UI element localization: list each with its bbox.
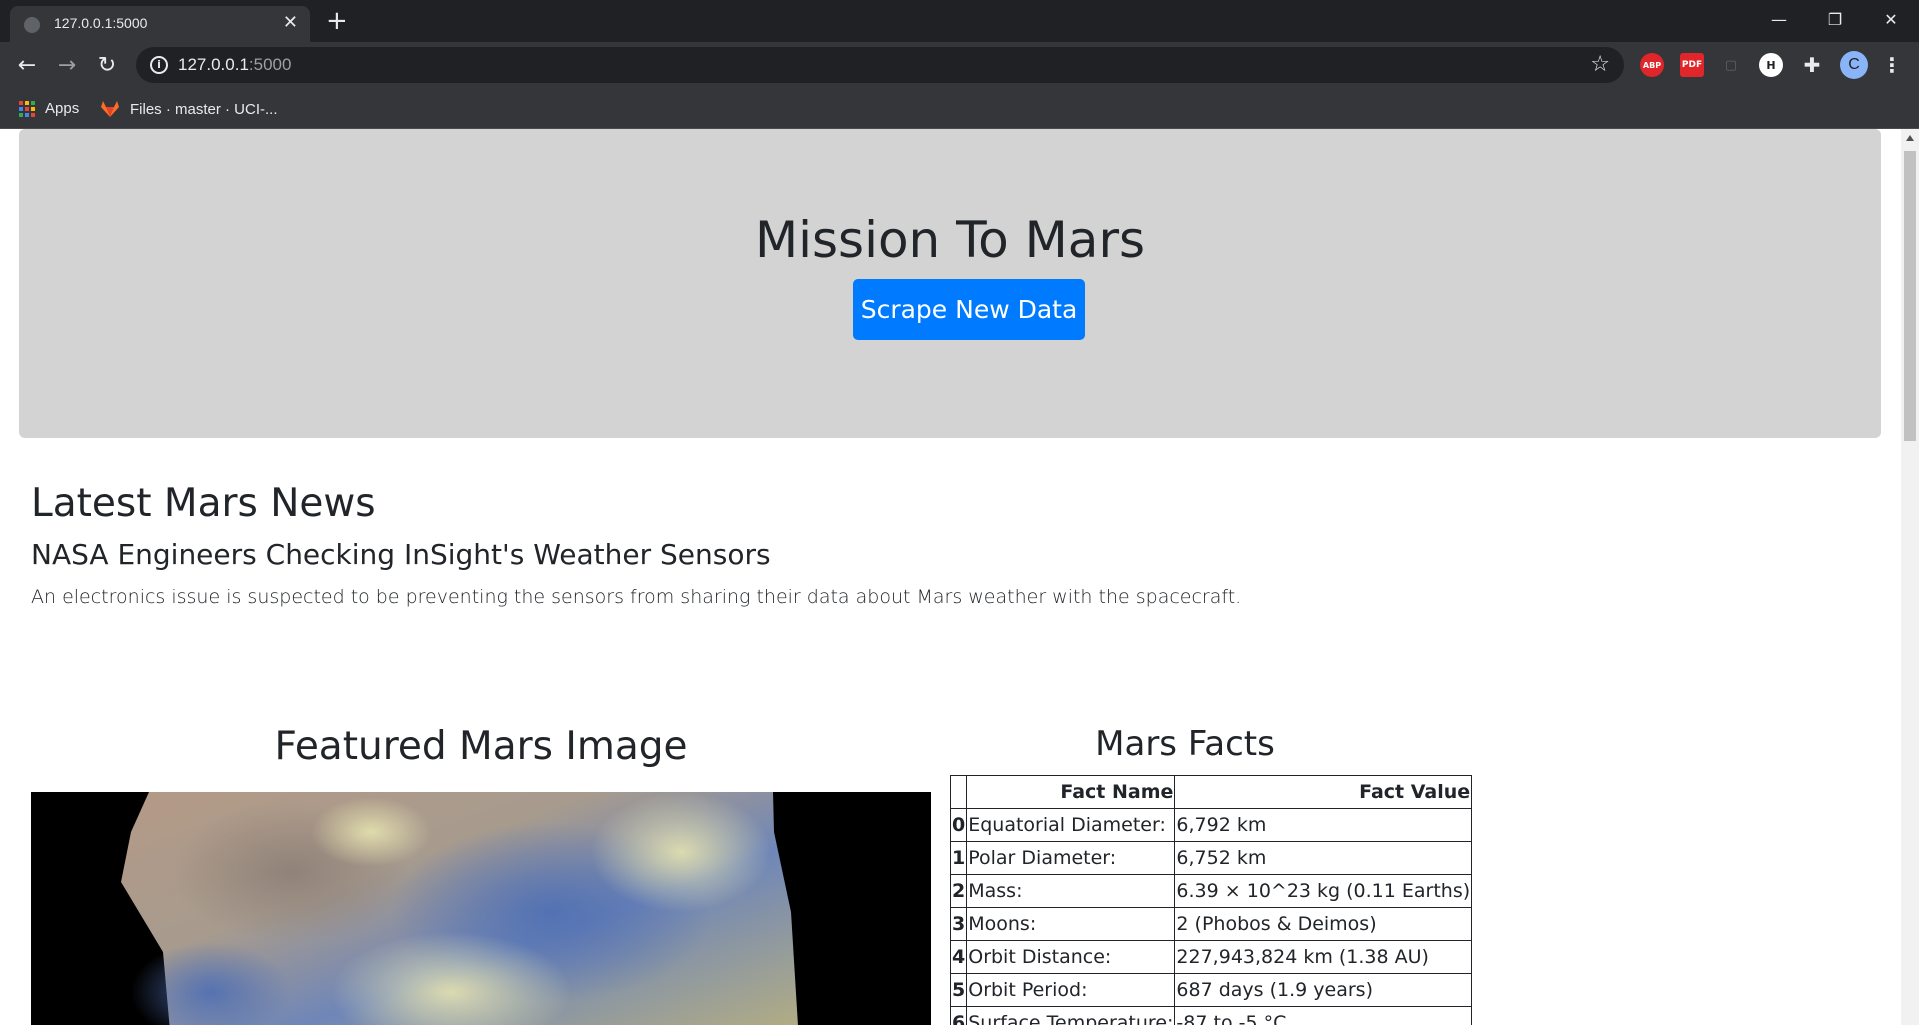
- page-title: Mission To Mars: [754, 211, 1146, 269]
- disabled-extension-icon[interactable]: ▢: [1719, 53, 1743, 77]
- mars-facts-table: Fact Name Fact Value 0 Equatorial Diamet…: [949, 775, 1473, 1025]
- close-window-icon[interactable]: ✕: [1863, 0, 1919, 38]
- reload-icon[interactable]: ↻: [92, 50, 122, 80]
- table-row: 1 Polar Diameter: 6,752 km: [949, 841, 1473, 875]
- featured-image-heading: Featured Mars Image: [274, 724, 688, 769]
- table-row: 5 Orbit Period: 687 days (1.9 years): [949, 973, 1473, 1007]
- bookmark-star-icon[interactable]: ☆: [1590, 52, 1610, 77]
- row-index: 3: [949, 907, 968, 941]
- fact-value: 227,943,824 km (1.38 AU): [1174, 940, 1473, 974]
- fact-name: Orbit Period:: [966, 973, 1176, 1007]
- featured-mars-image: [31, 792, 931, 1025]
- tab-strip: 127.0.0.1:5000 ✕ + — ❐ ✕: [0, 0, 1919, 42]
- table-row: 6 Surface Temperature: -87 to -5 °C: [949, 1006, 1473, 1025]
- url-port: :5000: [248, 55, 292, 74]
- column-header: [949, 775, 968, 809]
- back-arrow-icon[interactable]: ←: [12, 50, 42, 80]
- fact-name: Moons:: [966, 907, 1176, 941]
- bookmarks-bar: Apps Files · master · UCI-...: [0, 88, 1919, 129]
- url-host: 127.0.0.1: [178, 55, 249, 74]
- row-index: 6: [949, 1006, 968, 1025]
- fact-value: -87 to -5 °C: [1174, 1006, 1473, 1025]
- fact-value: 2 (Phobos & Deimos): [1174, 907, 1473, 941]
- fact-name: Equatorial Diameter:: [966, 808, 1176, 842]
- browser-menu-icon[interactable]: ⋮: [1880, 53, 1904, 77]
- forward-arrow-icon[interactable]: →: [52, 50, 82, 80]
- gitlab-icon: [101, 101, 119, 117]
- page-viewport: Mission To Mars Scrape New Data Latest M…: [0, 129, 1901, 1025]
- minimize-icon[interactable]: —: [1751, 0, 1807, 38]
- page-scrollbar[interactable]: [1901, 129, 1919, 1025]
- fact-value: 6,752 km: [1174, 841, 1473, 875]
- bookmark-apps[interactable]: Apps: [19, 100, 79, 117]
- table-row: 2 Mass: 6.39 × 10^23 kg (0.11 Earths): [949, 874, 1473, 908]
- h-extension-icon[interactable]: H: [1759, 53, 1783, 77]
- tab-close-icon[interactable]: ✕: [283, 12, 298, 33]
- news-section-heading: Latest Mars News: [31, 481, 376, 526]
- fact-name: Mass:: [966, 874, 1176, 908]
- column-header: Fact Value: [1174, 775, 1473, 809]
- row-index: 5: [949, 973, 968, 1007]
- url-text[interactable]: 127.0.0.1:5000: [178, 55, 291, 75]
- table-row: 0 Equatorial Diameter: 6,792 km: [949, 808, 1473, 842]
- scroll-up-arrow-icon[interactable]: [1906, 135, 1914, 141]
- apps-grid-icon: [19, 100, 35, 117]
- row-index: 2: [949, 874, 968, 908]
- fact-name: Polar Diameter:: [966, 841, 1176, 875]
- bookmark-label: Files · master · UCI-...: [130, 100, 278, 118]
- fact-name: Orbit Distance:: [966, 940, 1176, 974]
- info-icon[interactable]: i: [150, 56, 168, 74]
- browser-toolbar: ← → ↻ i 127.0.0.1:5000 ☆ ABP PDF ▢ H ✚ C…: [0, 42, 1919, 88]
- extensions-puzzle-icon[interactable]: ✚: [1800, 53, 1824, 77]
- row-index: 0: [949, 808, 968, 842]
- window-controls: — ❐ ✕: [1751, 0, 1919, 42]
- scrollbar-thumb[interactable]: [1904, 151, 1916, 441]
- table-header-row: Fact Name Fact Value: [949, 775, 1473, 809]
- column-header: Fact Name: [966, 775, 1176, 809]
- globe-icon: [24, 17, 40, 33]
- bookmark-gitlab-files[interactable]: Files · master · UCI-...: [100, 100, 278, 118]
- fact-name: Surface Temperature:: [966, 1006, 1176, 1025]
- fact-value: 6,792 km: [1174, 808, 1473, 842]
- row-index: 1: [949, 841, 968, 875]
- adblock-extension-icon[interactable]: ABP: [1640, 53, 1664, 77]
- news-teaser: An electronics issue is suspected to be …: [31, 586, 1242, 608]
- news-title: NASA Engineers Checking InSight's Weathe…: [31, 538, 771, 571]
- facts-heading: Mars Facts: [1095, 724, 1275, 764]
- browser-tab[interactable]: 127.0.0.1:5000 ✕: [10, 6, 310, 42]
- tab-title: 127.0.0.1:5000: [54, 15, 148, 31]
- address-bar[interactable]: i 127.0.0.1:5000 ☆: [136, 47, 1624, 83]
- jumbotron: Mission To Mars Scrape New Data: [19, 129, 1881, 438]
- scrape-new-data-button[interactable]: Scrape New Data: [853, 279, 1085, 340]
- fact-value: 6.39 × 10^23 kg (0.11 Earths): [1174, 874, 1473, 908]
- pdf-extension-icon[interactable]: PDF: [1680, 53, 1704, 77]
- table-row: 3 Moons: 2 (Phobos & Deimos): [949, 907, 1473, 941]
- profile-avatar[interactable]: C: [1840, 51, 1868, 79]
- row-index: 4: [949, 940, 968, 974]
- fact-value: 687 days (1.9 years): [1174, 973, 1473, 1007]
- new-tab-icon[interactable]: +: [326, 6, 348, 36]
- restore-icon[interactable]: ❐: [1807, 0, 1863, 38]
- bookmark-label: Apps: [45, 100, 80, 117]
- table-row: 4 Orbit Distance: 227,943,824 km (1.38 A…: [949, 940, 1473, 974]
